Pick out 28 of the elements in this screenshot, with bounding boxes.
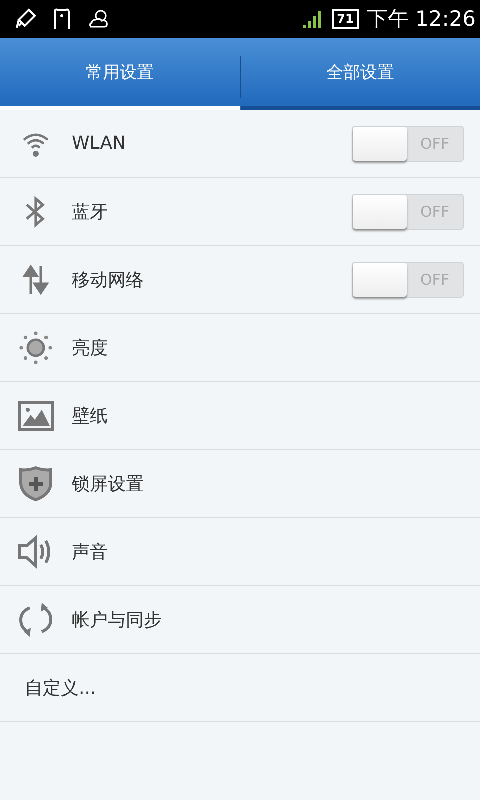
settings-item[interactable]: 壁纸 bbox=[0, 382, 480, 450]
settings-item[interactable]: 蓝牙 OFF bbox=[0, 178, 480, 246]
settings-item[interactable]: WLAN OFF bbox=[0, 110, 480, 178]
item-label: 帐户与同步 bbox=[72, 608, 163, 632]
sync-icon bbox=[18, 602, 54, 638]
item-label: 声音 bbox=[72, 540, 109, 564]
settings-item[interactable]: 自定义... bbox=[0, 654, 480, 722]
data-arrows-icon bbox=[21, 264, 51, 296]
settings-item[interactable]: 亮度 bbox=[0, 314, 480, 382]
item-label: WLAN bbox=[72, 133, 128, 154]
clock: 下午 12:26 bbox=[366, 6, 476, 33]
item-label: 壁纸 bbox=[72, 404, 109, 428]
image-icon bbox=[18, 400, 54, 430]
item-label: 自定义... bbox=[24, 676, 98, 700]
settings-item[interactable]: 锁屏设置 bbox=[0, 450, 480, 518]
item-label: 蓝牙 bbox=[72, 200, 109, 224]
battery-icon: 71 bbox=[332, 9, 359, 29]
usb-icon bbox=[14, 7, 38, 31]
settings-item[interactable]: 声音 bbox=[0, 518, 480, 586]
item-label: 锁屏设置 bbox=[72, 472, 145, 496]
shield-plus-icon bbox=[19, 466, 53, 502]
item-label: 移动网络 bbox=[72, 268, 145, 292]
tab[interactable]: 全部设置 bbox=[240, 38, 480, 110]
settings-item[interactable]: 移动网络 OFF bbox=[0, 246, 480, 314]
settings-item[interactable]: 帐户与同步 bbox=[0, 586, 480, 654]
brightness-icon bbox=[19, 330, 53, 364]
item-label: 亮度 bbox=[72, 336, 109, 360]
tab[interactable]: 常用设置 bbox=[0, 38, 240, 110]
